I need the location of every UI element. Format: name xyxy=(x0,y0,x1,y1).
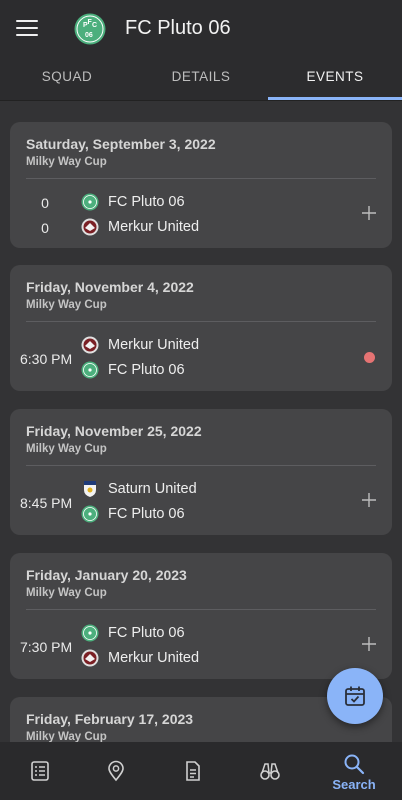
list-document-icon xyxy=(31,761,49,781)
tab-events[interactable]: EVENTS xyxy=(268,58,402,100)
event-competition: Milky Way Cup xyxy=(26,731,107,742)
app-bar: P F C 06 FC Pluto 06 xyxy=(0,0,402,58)
away-team-name: FC Pluto 06 xyxy=(108,362,185,378)
document-icon xyxy=(186,761,200,781)
event-competition: Milky Way Cup xyxy=(26,299,107,311)
nav-reports[interactable] xyxy=(153,742,233,800)
event-date: Friday, January 20, 2023 xyxy=(26,567,187,583)
search-icon xyxy=(344,754,365,775)
away-score: 0 xyxy=(41,220,49,236)
divider xyxy=(26,178,376,179)
event-date: Friday, February 17, 2023 xyxy=(26,711,194,727)
home-team-name: Saturn United xyxy=(108,481,197,497)
divider xyxy=(26,609,376,610)
svg-text:C: C xyxy=(92,22,97,29)
away-team-name: Merkur United xyxy=(108,219,200,235)
tab-squad[interactable]: SQUAD xyxy=(0,58,134,100)
event-date: Friday, November 4, 2022 xyxy=(26,279,194,295)
event-competition: Milky Way Cup xyxy=(26,156,107,168)
tab-details[interactable]: DETAILS xyxy=(134,58,268,100)
event-date: Saturday, September 3, 2022 xyxy=(26,136,216,152)
away-team-name: FC Pluto 06 xyxy=(108,506,185,522)
merkur-logo-icon xyxy=(81,336,99,354)
event-date: Friday, November 25, 2022 xyxy=(26,423,202,439)
home-score: 0 xyxy=(41,195,49,211)
divider xyxy=(26,465,376,466)
home-team-name: FC Pluto 06 xyxy=(108,625,185,641)
add-icon[interactable] xyxy=(362,206,376,220)
calendar-check-icon xyxy=(345,686,365,706)
add-icon[interactable] xyxy=(362,493,376,507)
nav-venues[interactable] xyxy=(76,742,156,800)
bottom-navigation: Search xyxy=(0,742,402,800)
event-card[interactable]: Friday, November 4, 2022 Milky Way Cup 6… xyxy=(10,265,392,391)
event-competition: Milky Way Cup xyxy=(26,587,107,599)
location-pin-icon xyxy=(108,760,124,782)
pluto-logo-icon xyxy=(81,193,99,211)
tab-bar: SQUAD DETAILS EVENTS xyxy=(0,58,402,101)
event-card[interactable]: Friday, November 25, 2022 Milky Way Cup … xyxy=(10,409,392,535)
events-list[interactable]: Saturday, September 3, 2022 Milky Way Cu… xyxy=(0,100,402,742)
merkur-logo-icon xyxy=(81,649,99,667)
binoculars-icon xyxy=(260,763,280,780)
event-card[interactable]: Friday, January 20, 2023 Milky Way Cup 7… xyxy=(10,553,392,679)
status-dot-icon xyxy=(364,352,375,363)
event-time: 6:30 PM xyxy=(20,351,73,367)
add-event-button[interactable] xyxy=(327,668,383,724)
home-team-name: Merkur United xyxy=(108,337,200,353)
nav-lineups[interactable] xyxy=(0,742,80,800)
home-team-name: FC Pluto 06 xyxy=(108,194,185,210)
saturn-logo-icon xyxy=(84,481,96,497)
club-logo: P F C 06 xyxy=(74,13,106,45)
nav-search[interactable]: Search xyxy=(314,742,394,800)
event-time: 7:30 PM xyxy=(20,639,73,655)
away-team-name: Merkur United xyxy=(108,650,200,666)
add-icon[interactable] xyxy=(362,637,376,651)
event-time: 8:45 PM xyxy=(20,495,73,511)
merkur-logo-icon xyxy=(81,218,99,236)
menu-icon[interactable] xyxy=(16,20,38,38)
pluto-logo-icon xyxy=(81,361,99,379)
nav-scouting[interactable] xyxy=(230,742,310,800)
pluto-logo-icon xyxy=(81,505,99,523)
nav-search-label: Search xyxy=(332,777,376,792)
event-card[interactable]: Saturday, September 3, 2022 Milky Way Cu… xyxy=(10,122,392,248)
page-title: FC Pluto 06 xyxy=(125,17,231,39)
event-competition: Milky Way Cup xyxy=(26,443,107,455)
svg-text:06: 06 xyxy=(85,32,93,39)
pluto-logo-icon xyxy=(81,624,99,642)
divider xyxy=(26,321,376,322)
